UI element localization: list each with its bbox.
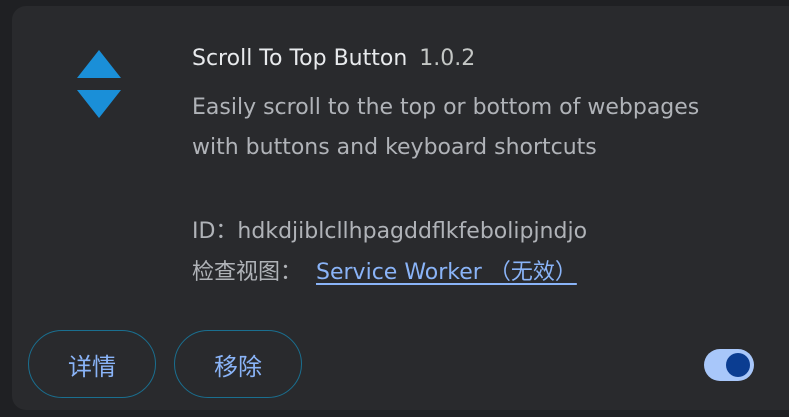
extension-title-row: Scroll To Top Button 1.0.2: [192, 46, 475, 71]
extension-name: Scroll To Top Button: [192, 46, 408, 71]
extension-description: Easily scroll to the top or bottom of we…: [192, 95, 700, 160]
remove-button[interactable]: 移除: [174, 330, 302, 398]
details-button[interactable]: 详情: [28, 330, 156, 398]
toggle-knob: [726, 353, 750, 377]
up-down-arrows-icon: [77, 50, 121, 118]
extension-card: Scroll To Top Button 1.0.2 Easily scroll …: [12, 6, 789, 410]
inspect-views-row: 检查视图： Service Worker （无效）: [192, 254, 577, 286]
inspect-views-label: 检查视图：: [192, 260, 303, 285]
extension-id: ID：hdkdjiblcllhpagddflkfebolipjndjo: [192, 219, 588, 244]
service-worker-link[interactable]: Service Worker （无效）: [316, 260, 577, 285]
extension-version: 1.0.2: [419, 46, 476, 71]
enable-toggle[interactable]: [704, 349, 754, 381]
